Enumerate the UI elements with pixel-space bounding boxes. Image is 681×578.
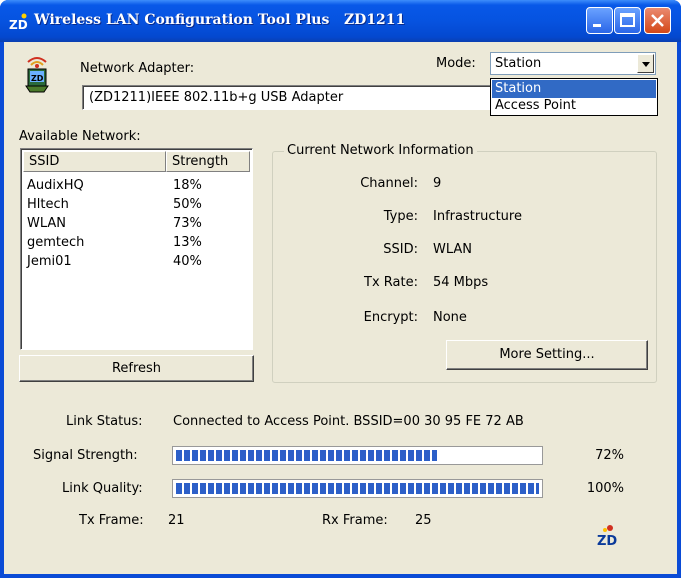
mode-label: Mode:	[436, 56, 476, 71]
zd-logo-icon: ZD	[9, 13, 28, 32]
ssid-value: WLAN	[433, 242, 473, 257]
current-network-title: Current Network Information	[284, 143, 477, 158]
maximize-button[interactable]	[614, 7, 641, 34]
app-window: ZD Wireless LAN Configuration Tool Plus …	[0, 0, 681, 578]
list-item[interactable]: Hltech 50%	[27, 197, 247, 216]
link-status-label: Link Status:	[66, 414, 143, 429]
window-title: Wireless LAN Configuration Tool Plus ZD1…	[34, 12, 406, 28]
channel-value: 9	[433, 176, 442, 191]
ssid-cell: Hltech	[27, 197, 69, 212]
strength-cell: 18%	[173, 178, 202, 193]
link-quality-label: Link Quality:	[62, 481, 143, 496]
minimize-button[interactable]	[586, 7, 613, 34]
rx-frame-label: Rx Frame:	[322, 513, 388, 528]
refresh-button[interactable]: Refresh	[19, 355, 254, 382]
zd-logo-icon: ZD	[597, 525, 617, 547]
mode-select[interactable]: Station	[490, 52, 656, 75]
encrypt-label: Encrypt:	[363, 310, 418, 325]
tx-rate-label: Tx Rate:	[364, 275, 418, 290]
link-quality-fill	[176, 483, 539, 494]
tx-frame-label: Tx Frame:	[79, 513, 144, 528]
signal-strength-fill	[176, 450, 437, 461]
svg-text:ZD: ZD	[31, 74, 44, 83]
mode-dropdown-button[interactable]	[637, 54, 654, 73]
list-item[interactable]: AudixHQ 18%	[27, 178, 247, 197]
signal-strength-percent: 72%	[595, 448, 624, 463]
link-quality-percent: 100%	[586, 481, 624, 496]
minimize-icon	[593, 24, 601, 27]
channel-label: Channel:	[360, 176, 418, 191]
column-header-ssid[interactable]: SSID	[23, 151, 166, 172]
available-network-label: Available Network:	[19, 129, 141, 144]
chevron-down-icon	[642, 62, 650, 67]
network-adapter-value: (ZD1211)IEEE 802.11b+g USB Adapter	[89, 90, 344, 105]
svg-text:ZD: ZD	[597, 534, 617, 547]
list-item[interactable]: Jemi01 40%	[27, 254, 247, 273]
strength-cell: 50%	[173, 197, 202, 212]
network-adapter-field[interactable]: (ZD1211)IEEE 802.11b+g USB Adapter	[82, 85, 494, 110]
link-quality-bar	[172, 479, 543, 498]
mode-option-station[interactable]: Station	[492, 80, 656, 98]
adapter-icon: ZD	[25, 57, 49, 93]
column-header-strength[interactable]: Strength	[166, 151, 250, 172]
more-setting-button[interactable]: More Setting...	[446, 340, 648, 370]
tx-rate-value: 54 Mbps	[433, 275, 489, 290]
encrypt-value: None	[433, 310, 467, 325]
close-icon	[651, 14, 664, 27]
rx-frame-value: 25	[415, 513, 432, 528]
ssid-cell: gemtech	[27, 235, 85, 250]
tx-frame-value: 21	[168, 513, 185, 528]
mode-dropdown-list: Station Access Point	[490, 78, 658, 116]
type-label: Type:	[383, 209, 418, 224]
ssid-cell: Jemi01	[27, 254, 72, 269]
network-adapter-label: Network Adapter:	[80, 61, 195, 76]
ssid-cell: WLAN	[27, 216, 67, 231]
strength-cell: 13%	[173, 235, 202, 250]
mode-option-access-point[interactable]: Access Point	[492, 97, 656, 115]
maximize-icon	[620, 13, 635, 27]
ssid-cell: AudixHQ	[27, 178, 84, 193]
network-list[interactable]: SSID Strength AudixHQ 18% Hltech 50% WLA…	[20, 148, 253, 350]
link-status-value: Connected to Access Point. BSSID=00 30 9…	[173, 414, 524, 429]
mode-select-value: Station	[495, 56, 542, 71]
list-item[interactable]: WLAN 73%	[27, 216, 247, 235]
title-bar[interactable]: ZD Wireless LAN Configuration Tool Plus …	[0, 0, 681, 42]
ssid-label: SSID:	[383, 242, 418, 257]
type-value: Infrastructure	[433, 209, 522, 224]
svg-text:ZD: ZD	[9, 18, 28, 32]
list-item[interactable]: gemtech 13%	[27, 235, 247, 254]
strength-cell: 73%	[173, 216, 202, 231]
signal-strength-label: Signal Strength:	[33, 448, 138, 463]
close-button[interactable]	[644, 7, 671, 34]
signal-strength-bar	[172, 446, 543, 465]
strength-cell: 40%	[173, 254, 202, 269]
client-area: ZD Network Adapter: Mode: Station Statio…	[4, 42, 677, 574]
